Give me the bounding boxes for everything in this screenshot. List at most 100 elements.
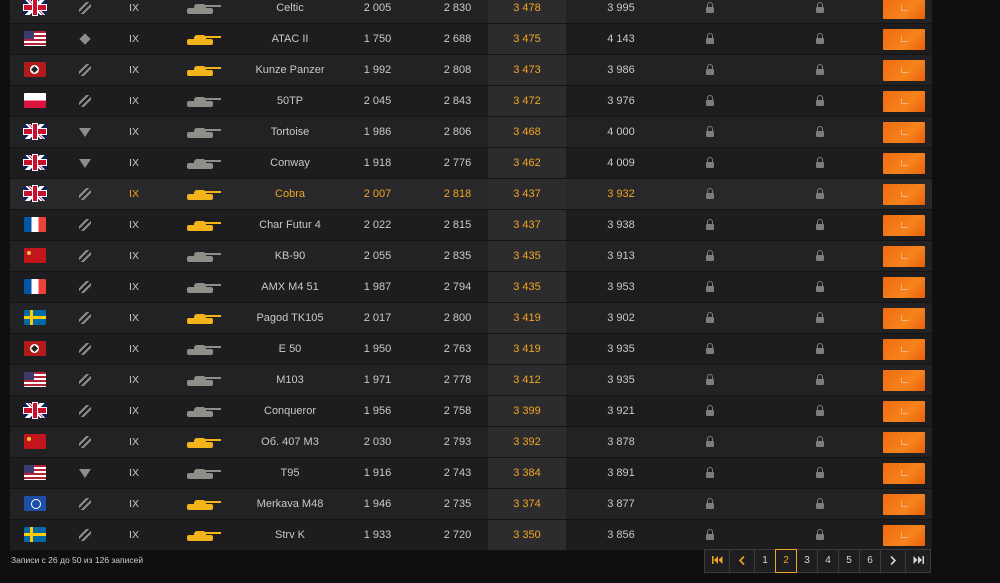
tank-name: Strv K xyxy=(275,529,305,541)
stat-1: 2 030 xyxy=(363,436,392,448)
chart-button[interactable] xyxy=(883,369,925,391)
lock-icon xyxy=(816,467,824,479)
tier-cell: IX xyxy=(129,126,139,138)
tank-icon xyxy=(185,404,221,418)
stat-1: 1 946 xyxy=(363,498,392,510)
chart-button[interactable] xyxy=(883,152,925,174)
chart-button[interactable] xyxy=(883,431,925,453)
stat-1: 2 045 xyxy=(363,95,392,107)
table-row: IX AMX M4 51 1 987 2 794 3 435 3 953 xyxy=(10,272,932,303)
chart-button[interactable] xyxy=(883,493,925,515)
tank-icon xyxy=(185,94,221,108)
tier-cell: IX xyxy=(129,157,139,169)
chart-button[interactable] xyxy=(883,338,925,360)
fra-flag-icon xyxy=(24,216,46,232)
lock-icon xyxy=(706,467,714,479)
type-cell xyxy=(60,489,110,519)
stat-3: 3 478 xyxy=(488,0,566,23)
tank-icon xyxy=(185,125,221,139)
lock-icon xyxy=(706,343,714,355)
stat-1: 1 987 xyxy=(363,281,392,293)
tank-name: Tortoise xyxy=(270,126,310,138)
tank-icon xyxy=(185,373,221,387)
locked-cell xyxy=(760,241,880,271)
lock-icon xyxy=(706,498,714,510)
tank-icon xyxy=(185,497,221,511)
chart-button[interactable] xyxy=(883,214,925,236)
chart-cell xyxy=(876,179,932,209)
tier-cell: IX xyxy=(129,64,139,76)
locked-cell xyxy=(760,334,880,364)
chart-button[interactable] xyxy=(883,524,925,546)
chart-button[interactable] xyxy=(883,59,925,81)
chart-button[interactable] xyxy=(883,400,925,422)
medium-tank-icon xyxy=(79,343,91,356)
type-cell xyxy=(60,24,110,54)
chart-cell xyxy=(876,520,932,550)
lock-icon xyxy=(706,126,714,138)
swe-flag-icon xyxy=(24,526,46,542)
lock-icon xyxy=(706,64,714,76)
type-cell xyxy=(60,210,110,240)
lock-icon xyxy=(816,2,824,14)
table-row: IX M103 1 971 2 778 3 412 3 935 xyxy=(10,365,932,396)
heavy-tank-icon xyxy=(79,468,91,478)
chart-button[interactable] xyxy=(883,245,925,267)
stat-3: 3 412 xyxy=(488,365,566,395)
chart-button[interactable] xyxy=(883,0,925,19)
tank-icon xyxy=(185,342,221,356)
lock-icon xyxy=(706,250,714,262)
tier-cell: IX xyxy=(129,95,139,107)
lock-icon xyxy=(816,219,824,231)
locked-cell xyxy=(650,303,770,333)
stat-3: 3 384 xyxy=(488,458,566,488)
chart-button[interactable] xyxy=(883,90,925,112)
next-page-button[interactable] xyxy=(880,549,906,573)
first-page-button[interactable] xyxy=(704,549,730,573)
swe-flag-icon xyxy=(24,309,46,325)
tank-name: Об. 407 M3 xyxy=(261,436,319,448)
nation-cell xyxy=(10,489,60,519)
chart-button[interactable] xyxy=(883,28,925,50)
stat-1: 1 916 xyxy=(363,467,392,479)
chart-cell xyxy=(876,148,932,178)
locked-cell xyxy=(650,458,770,488)
chart-cell xyxy=(876,427,932,457)
chart-button[interactable] xyxy=(883,462,925,484)
table-row: IX Cobra 2 007 2 818 3 437 3 932 xyxy=(10,179,932,210)
chart-button[interactable] xyxy=(883,121,925,143)
prev-page-button[interactable] xyxy=(729,549,755,573)
chart-button[interactable] xyxy=(883,276,925,298)
table-row: IX Об. 407 M3 2 030 2 793 3 392 3 878 xyxy=(10,427,932,458)
stat-3: 3 475 xyxy=(488,24,566,54)
page-button-2[interactable]: 2 xyxy=(775,549,797,573)
last-page-button[interactable] xyxy=(905,549,931,573)
stat-3: 3 399 xyxy=(488,396,566,426)
stat-1: 1 933 xyxy=(363,529,392,541)
type-cell xyxy=(60,303,110,333)
chevron-right-icon xyxy=(890,555,897,566)
chart-button[interactable] xyxy=(883,307,925,329)
locked-cell xyxy=(650,24,770,54)
nation-cell xyxy=(10,179,60,209)
nation-cell xyxy=(10,86,60,116)
tank-icon xyxy=(185,528,221,542)
locked-cell xyxy=(650,520,770,550)
type-cell xyxy=(60,0,110,23)
page-button-3[interactable]: 3 xyxy=(796,549,818,573)
table-row: IX E 50 1 950 2 763 3 419 3 935 xyxy=(10,334,932,365)
page-button-6[interactable]: 6 xyxy=(859,549,881,573)
lock-icon xyxy=(816,529,824,541)
tank-icon xyxy=(185,32,221,46)
table-row: IX Strv K 1 933 2 720 3 350 3 856 xyxy=(10,520,932,551)
page-button-5[interactable]: 5 xyxy=(838,549,860,573)
page-button-4[interactable]: 4 xyxy=(817,549,839,573)
heavy-tank-icon xyxy=(79,127,91,137)
chart-button[interactable] xyxy=(883,183,925,205)
lock-icon xyxy=(816,405,824,417)
usa-flag-icon xyxy=(24,30,46,46)
lock-icon xyxy=(816,281,824,293)
nation-cell xyxy=(10,427,60,457)
locked-cell xyxy=(760,396,880,426)
page-button-1[interactable]: 1 xyxy=(754,549,776,573)
